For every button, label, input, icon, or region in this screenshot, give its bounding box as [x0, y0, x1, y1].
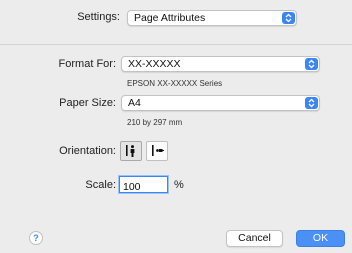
format-for-label: Format For:: [58, 58, 116, 70]
scale-label: Scale:: [85, 179, 116, 191]
up-down-chevron-icon: [305, 58, 318, 70]
format-for-popup[interactable]: XX-XXXXX: [121, 56, 320, 72]
orientation-label: Orientation:: [59, 145, 116, 157]
portrait-orientation-icon: [126, 145, 135, 157]
settings-label: Settings:: [77, 11, 120, 23]
cancel-button[interactable]: Cancel: [226, 230, 283, 247]
divider: [0, 44, 352, 45]
paper-size-label: Paper Size:: [59, 97, 116, 109]
page-setup-dialog: Settings: Page Attributes Format For: XX…: [0, 0, 352, 253]
scale-field[interactable]: [119, 176, 168, 194]
paper-size-popup[interactable]: A4: [121, 95, 320, 111]
printer-description: EPSON XX-XXXXX Series: [127, 79, 223, 88]
paper-dimensions: 210 by 297 mm: [127, 118, 183, 127]
scale-input[interactable]: [120, 180, 167, 194]
help-button[interactable]: ?: [29, 231, 43, 245]
up-down-chevron-icon: [305, 97, 318, 109]
scale-unit: %: [174, 179, 184, 191]
ok-button[interactable]: OK: [296, 230, 345, 247]
settings-value: Page Attributes: [134, 12, 206, 24]
format-for-value: XX-XXXXX: [128, 58, 181, 70]
up-down-chevron-icon: [282, 12, 295, 24]
paper-size-value: A4: [128, 97, 141, 109]
portrait-orientation-button[interactable]: [120, 141, 142, 161]
question-mark-icon: ?: [33, 233, 39, 243]
settings-popup[interactable]: Page Attributes: [127, 10, 297, 26]
landscape-orientation-button[interactable]: [146, 141, 168, 161]
landscape-orientation-icon: [152, 145, 164, 156]
